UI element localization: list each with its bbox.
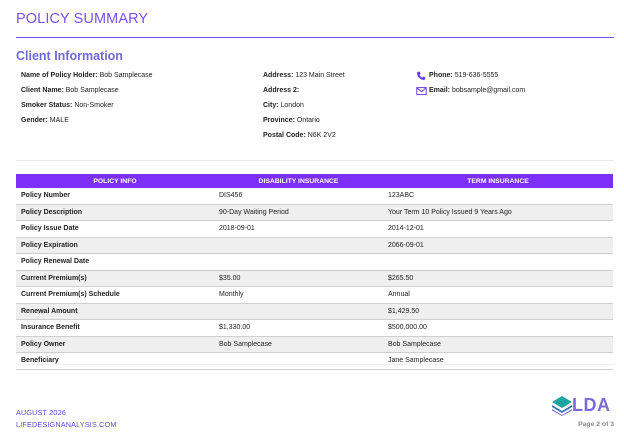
row-label-cell: Current Premium(s) [16,270,214,287]
client-name-row: Client Name: Bob Samplecase [21,83,153,98]
disability-cell: Monthly [214,286,383,304]
row-label-cell: Policy Owner [16,336,214,353]
disability-cell: $1,330.00 [214,319,383,337]
email-label: Email: [429,87,451,94]
gender-label: Gender: [21,117,48,124]
disability-cell: $35.00 [214,270,383,287]
row-label-cell: Policy Issue Date [16,220,214,238]
address-row: Address: 123 Main Street [263,68,345,83]
city-row: City: London [263,98,345,113]
postal-code-label: Postal Code: [263,132,306,139]
table-row: Beneficiary Jane Samplecase [16,352,613,370]
table-row: Policy Description 90-Day Waiting Period Y… [16,204,613,221]
table-row: Policy Issue Date 2018-09-01 2014-12-01 [16,220,613,238]
email-value: bobsample@gmail.com [451,87,526,94]
client-info-heading: Client Information [16,49,123,63]
header-disability-insurance: DISABILITY INSURANCE [214,174,383,188]
lda-logo-mark-icon [552,396,572,416]
disability-cell [214,352,383,370]
page-title: POLICY SUMMARY [16,11,149,27]
term-cell: Annual [383,286,613,304]
client-details-column: Name of Policy Holder: Bob Samplecase Cl… [21,68,153,128]
table-header-row: POLICY INFO DISABILITY INSURANCE TERM IN… [16,174,613,188]
term-cell: $500,000.00 [383,319,613,337]
table-row: Policy Renewal Date [16,253,613,271]
table-row: Renewal Amount $1,429.50 [16,303,613,320]
row-label-cell: Insurance Benefit [16,319,214,337]
row-label-cell: Policy Renewal Date [16,253,214,271]
address-column: Address: 123 Main Street Address 2: City… [263,68,345,143]
envelope-icon [416,86,427,96]
phone-row: Phone: 519-636-5555 [416,68,525,83]
table-row: Policy Owner Bob Samplecase Bob Samplecase [16,336,613,353]
row-label-cell: Beneficiary [16,352,214,370]
row-label-cell: Renewal Amount [16,303,214,320]
smoker-status-row: Smoker Status: Non-Smoker [21,98,153,113]
address-value: 123 Main Street [295,72,345,79]
term-cell [383,253,613,271]
row-label-cell: Policy Number [16,188,214,205]
term-cell: Your Term 10 Policy Issued 9 Years Ago [383,204,613,221]
address2-row: Address 2: [263,83,345,98]
footer-website[interactable]: LIFEDESIGNANALYSIS.COM [16,419,117,431]
disability-cell: 2018-09-01 [214,220,383,238]
client-name-value: Bob Samplecase [65,87,119,94]
term-cell: 123ABC [383,188,613,205]
term-cell: $265.50 [383,270,613,287]
row-label-cell: Policy Description [16,204,214,221]
section-divider [16,160,614,161]
smoker-status-value: Non-Smoker [74,102,114,109]
term-cell: 2014-12-01 [383,220,613,238]
footer-info: AUGUST 2026 LIFEDESIGNANALYSIS.COM [16,407,117,431]
province-label: Province: [263,117,295,124]
term-cell: 2066-09-01 [383,237,613,254]
province-row: Province: Ontario [263,113,345,128]
bottom-divider [16,364,614,365]
disability-cell [214,303,383,320]
term-cell: Jane Samplecase [383,352,613,370]
disability-cell [214,253,383,271]
province-value: Ontario [296,117,320,124]
gender-row: Gender: MALE [21,113,153,128]
row-label-cell: Policy Expiration [16,237,214,254]
term-cell: Bob Samplecase [383,336,613,353]
email-row: Email: bobsample@gmail.com [416,83,525,98]
phone-label: Phone: [429,72,453,79]
policy-holder-label: Name of Policy Holder: [21,72,98,79]
address2-label: Address 2: [263,87,300,94]
phone-icon [416,71,427,81]
header-policy-info: POLICY INFO [16,174,214,188]
city-label: City: [263,102,279,109]
header-term-insurance: TERM INSURANCE [383,174,613,188]
gender-value: MALE [49,117,69,124]
table-row: Policy Expiration 2066-09-01 [16,237,613,254]
smoker-status-label: Smoker Status: [21,102,73,109]
disability-cell [214,237,383,254]
disability-cell: Bob Samplecase [214,336,383,353]
policy-holder-value: Bob Samplecase [99,72,153,79]
term-cell: $1,429.50 [383,303,613,320]
row-label-cell: Current Premium(s) Schedule [16,286,214,304]
address-label: Address: [263,72,294,79]
page-number: Page 2 of 3 [578,421,614,428]
phone-value: 519-636-5555 [454,72,499,79]
postal-code-value: N6K 2V2 [307,132,336,139]
policy-table: POLICY INFO DISABILITY INSURANCE TERM IN… [16,174,613,370]
footer-date: AUGUST 2026 [16,408,67,417]
postal-code-row: Postal Code: N6K 2V2 [263,128,345,143]
disability-cell: DIS456 [214,188,383,205]
table-row: Policy Number DIS456 123ABC [16,188,613,205]
table-row: Current Premium(s) Schedule Monthly Annual [16,286,613,304]
table-row: Insurance Benefit $1,330.00 $500,000.00 [16,319,613,337]
policy-holder-row: Name of Policy Holder: Bob Samplecase [21,68,153,83]
contact-column: Phone: 519-636-5555 Email: bobsample@gma… [416,68,525,98]
table-row: Current Premium(s) $35.00 $265.50 [16,270,613,287]
disability-cell: 90-Day Waiting Period [214,204,383,221]
logo-text: LDA [572,395,611,415]
city-value: London [280,102,304,109]
title-divider [16,37,614,38]
client-name-label: Client Name: [21,87,64,94]
